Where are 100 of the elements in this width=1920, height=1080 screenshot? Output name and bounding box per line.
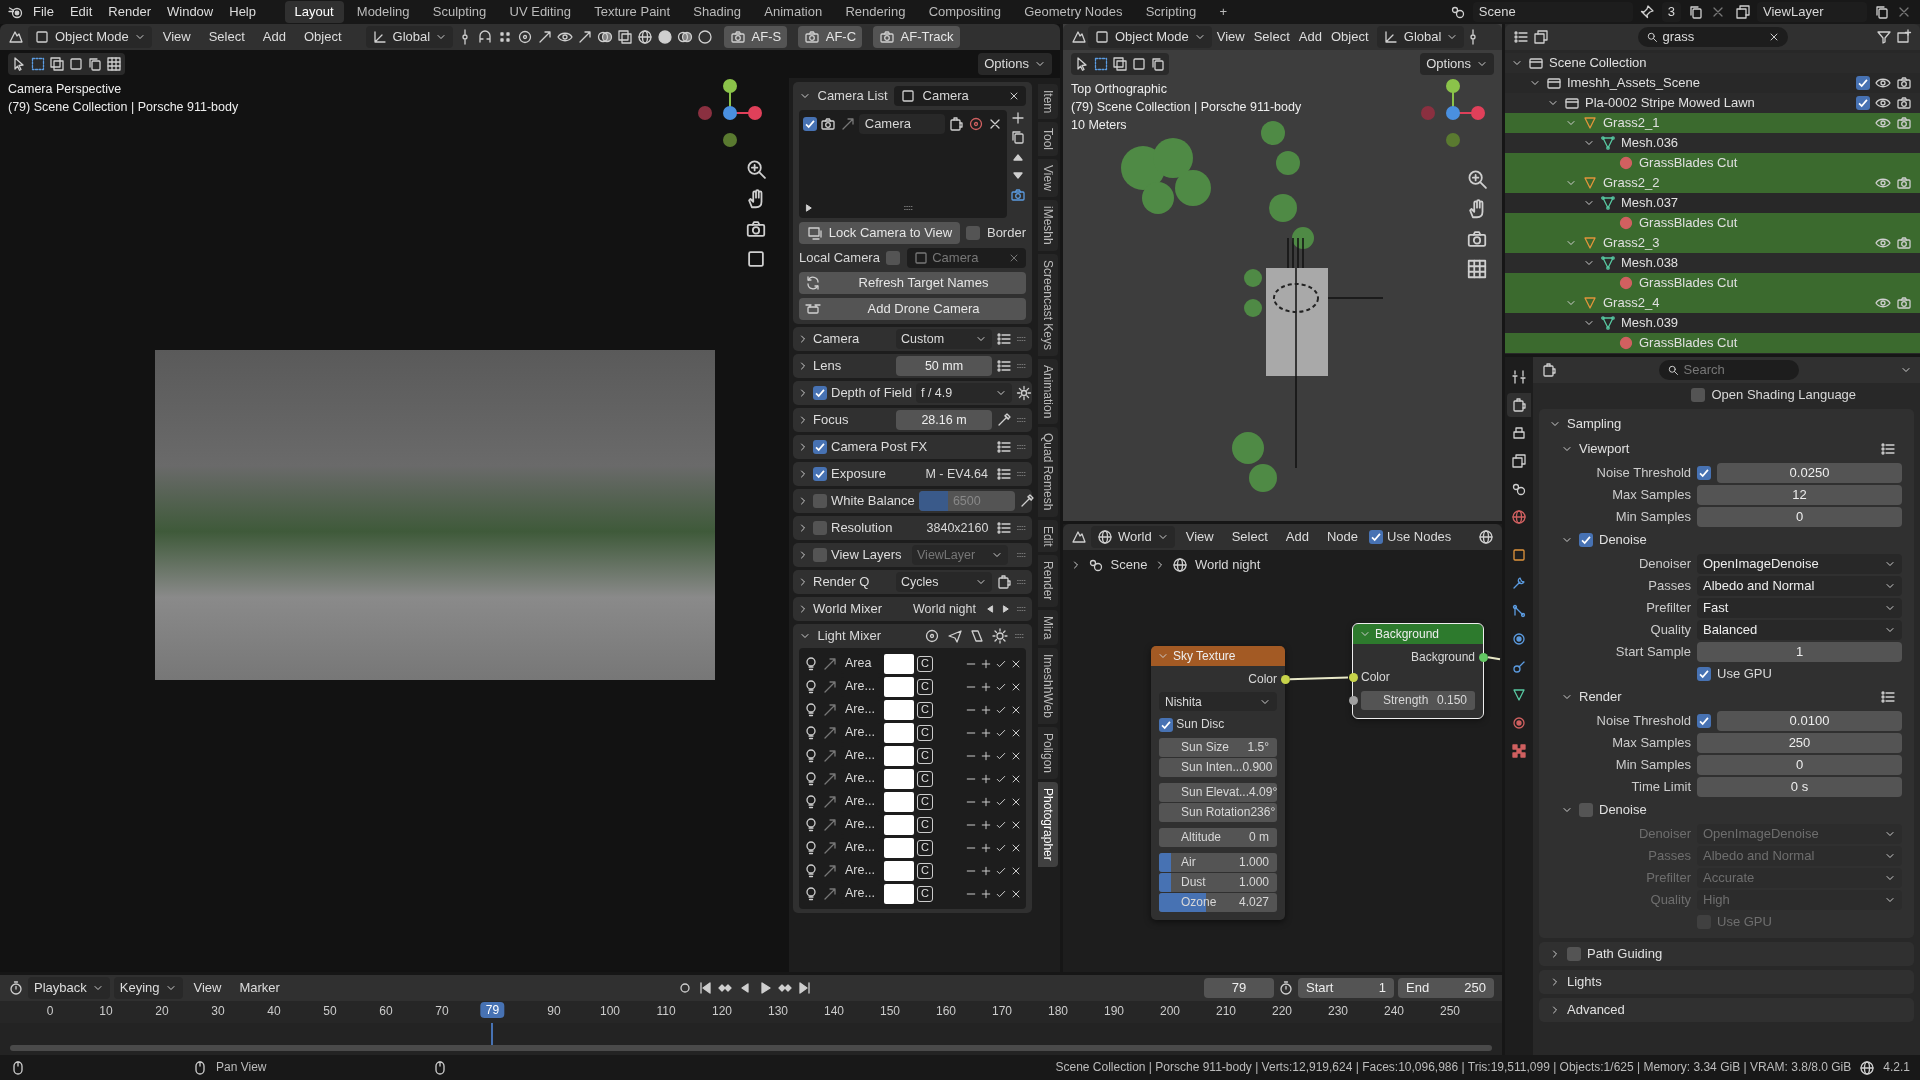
outliner-row[interactable]: Grass2_4 [1505, 293, 1920, 313]
copy-icon[interactable] [1010, 129, 1026, 146]
light-bulb-icon[interactable] [803, 724, 819, 741]
workspace-tab[interactable]: Texture Paint [584, 1, 681, 23]
key-button[interactable]: C [917, 724, 933, 741]
plus-icon[interactable] [980, 795, 992, 808]
plus-icon[interactable] [980, 726, 992, 739]
menu-item[interactable]: Node [1319, 529, 1366, 545]
socket-dot[interactable] [1348, 673, 1358, 683]
plus-icon[interactable] [980, 680, 992, 693]
checkbox[interactable] [966, 226, 981, 240]
render-camera-icon[interactable] [1896, 95, 1912, 111]
list-icon[interactable] [996, 466, 1012, 482]
menu-item[interactable]: Add [255, 29, 293, 45]
add-workspace-button[interactable]: + [1209, 1, 1238, 23]
stopwatch-icon[interactable] [1278, 980, 1294, 996]
pointer-icon[interactable] [822, 816, 838, 833]
list-icon[interactable] [996, 520, 1013, 536]
menu-item[interactable]: Render [101, 4, 158, 20]
search-field[interactable]: Search [1658, 360, 1799, 380]
camera-selector[interactable]: Camera [894, 86, 1026, 106]
light-bulb-icon[interactable] [803, 885, 819, 902]
target-icon[interactable] [967, 116, 984, 132]
new-collection-icon[interactable] [1896, 29, 1912, 45]
key-button[interactable]: C [917, 793, 933, 810]
eyedropper-icon[interactable] [996, 412, 1012, 428]
value-field[interactable]: 28.16 m [896, 410, 992, 430]
pointer-icon[interactable] [822, 839, 838, 856]
presets-list-icon[interactable] [1880, 441, 1896, 457]
color-swatch[interactable] [884, 676, 914, 697]
checkbox[interactable] [886, 251, 901, 265]
focus-mode-button[interactable]: AF-C [797, 26, 863, 48]
plus-icon[interactable] [980, 749, 992, 762]
camera-icon[interactable] [745, 218, 767, 240]
outliner-row[interactable]: GrassBlades Cut [1505, 153, 1920, 173]
workspace-tab[interactable]: Scripting [1135, 1, 1207, 23]
plus-icon[interactable] [980, 864, 992, 877]
sidebar-tab[interactable]: iMeshh [1037, 200, 1059, 251]
checkbox[interactable] [1691, 388, 1705, 402]
camera-name-field[interactable]: Camera [858, 114, 945, 134]
light-bulb-icon[interactable] [803, 770, 819, 787]
presets-list-icon[interactable] [1880, 689, 1896, 705]
zoom-icon[interactable] [745, 158, 767, 180]
menu-item[interactable]: Object [296, 29, 349, 45]
node-field[interactable]: Dust 1.000 [1159, 872, 1277, 892]
checkbox[interactable] [1856, 76, 1870, 90]
scene-field[interactable]: Scene [1472, 2, 1633, 22]
gear-icon[interactable] [1015, 385, 1032, 401]
menu-item[interactable]: View [155, 29, 198, 45]
workspace-tab[interactable]: Geometry Nodes [1014, 1, 1133, 23]
color-swatch[interactable] [884, 768, 914, 789]
outliner-row[interactable]: Imeshh_Assets_Scene [1505, 73, 1920, 93]
workspace-tab[interactable]: Layout [284, 1, 344, 23]
value-field[interactable]: 250 [1697, 732, 1902, 753]
menu-item[interactable]: Object [1326, 29, 1373, 45]
copy-icon[interactable] [1687, 4, 1704, 20]
sun-icon[interactable] [991, 628, 1008, 644]
node-header[interactable]: Background [1353, 624, 1483, 644]
node-field[interactable]: Sun Size 1.5° [1159, 737, 1277, 757]
checkbox[interactable] [1697, 713, 1711, 728]
render-camera-icon[interactable] [1896, 175, 1912, 191]
target-icon[interactable] [924, 628, 940, 644]
refresh-button[interactable]: Refresh Target Names [799, 272, 1026, 294]
breadcrumb-item[interactable]: Scene [1110, 557, 1148, 573]
properties-tab[interactable] [1507, 393, 1531, 417]
color-swatch[interactable] [884, 653, 914, 674]
add-drone-button[interactable]: Add Drone Camera [799, 298, 1026, 320]
workspace-tab[interactable]: Modeling [346, 1, 420, 23]
scene-icon[interactable] [1450, 4, 1467, 20]
view-layer-icon[interactable] [1734, 4, 1751, 20]
sidebar-tab[interactable]: Edit [1037, 519, 1059, 553]
menu-dropdown[interactable]: Keying [113, 977, 183, 999]
orientation-dropdown[interactable]: Global [365, 26, 454, 48]
sidebar-tab[interactable]: ImeshhWeb [1037, 648, 1059, 724]
current-frame-marker[interactable]: 79 [480, 1002, 505, 1019]
mode-dropdown[interactable]: Object Mode [28, 26, 152, 48]
light-bulb-icon[interactable] [803, 701, 819, 718]
checkbox[interactable] [803, 117, 817, 131]
menu-item[interactable]: Add [1294, 29, 1326, 45]
sidebar-tab[interactable]: Item [1037, 84, 1059, 120]
plus-icon[interactable] [980, 703, 992, 716]
checkbox[interactable] [813, 440, 827, 454]
rendered-shading-icon[interactable] [697, 29, 714, 45]
options-dropdown[interactable]: Options [978, 53, 1052, 75]
value-dropdown[interactable]: OpenImageDenoise [1697, 553, 1902, 574]
current-frame-field[interactable]: 79 [1204, 978, 1274, 998]
menu-item[interactable]: Add [1278, 529, 1316, 545]
sidebar-tab[interactable]: Screencast Keys [1037, 253, 1059, 356]
workspace-tab[interactable]: Sculpting [422, 1, 497, 23]
key-button[interactable]: C [917, 839, 933, 856]
previous-icon[interactable] [984, 603, 996, 615]
paper-plane-icon[interactable] [946, 628, 963, 644]
value-dropdown[interactable]: Balanced [1697, 619, 1902, 640]
checkbox[interactable] [813, 467, 827, 481]
menu-item[interactable]: View [186, 980, 229, 996]
tag-icon[interactable] [969, 628, 985, 644]
sidebar-tab[interactable]: Animation [1037, 358, 1059, 425]
socket-dot[interactable] [1478, 652, 1488, 662]
menu-item[interactable]: Select [201, 29, 252, 45]
menu-item[interactable]: Marker [232, 980, 287, 996]
